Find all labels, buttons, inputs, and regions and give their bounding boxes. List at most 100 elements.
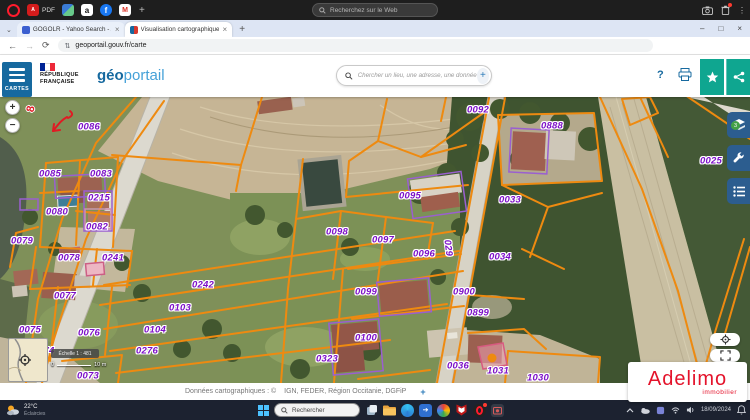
zoom-out-button[interactable]: − — [5, 118, 20, 133]
parcel-label-0215: 0215 — [88, 193, 110, 204]
parcel-label-0083: 0083 — [90, 169, 112, 180]
tab-list-chevron-icon[interactable]: ⌄ — [6, 26, 12, 34]
tab-close-icon[interactable]: × — [115, 25, 120, 34]
topbar-menu-icon[interactable]: ⋮ — [738, 6, 746, 15]
parcel-label-0080: 0080 — [46, 207, 68, 218]
map-search-input[interactable]: Chercher un lieu, une adresse, une donné… — [336, 65, 492, 86]
wrench-icon — [733, 152, 745, 164]
parcel-label-0025: 0025 — [700, 156, 722, 167]
crosshair-icon — [720, 334, 731, 345]
url-text: geoportail.gouv.fr/carte — [75, 42, 146, 49]
watermark-name: Adelimo — [628, 369, 747, 389]
tab-close-icon[interactable]: × — [223, 25, 228, 34]
facebook-icon[interactable]: f — [100, 4, 112, 16]
tab-title: GOGOLR - Yahoo Search - Act — [33, 26, 111, 33]
scale-indicator: Échelle 1 : 481 — [51, 349, 99, 358]
expand-icon — [720, 350, 731, 361]
geoportail-header: CARTES RÉPUBLIQUE FRANÇAISE géoportail C… — [0, 55, 750, 97]
tab-yahoo-search[interactable]: GOGOLR - Yahoo Search - Act × — [17, 22, 125, 37]
french-flag-icon — [40, 63, 55, 71]
star-icon — [706, 71, 719, 84]
snapshot-icon[interactable] — [702, 6, 713, 15]
add-data-button[interactable]: + — [477, 68, 489, 84]
opera-taskbar-icon[interactable] — [473, 404, 486, 417]
reload-icon[interactable]: ⟳ — [42, 40, 50, 51]
tray-chevron-icon[interactable] — [626, 408, 634, 413]
app-colorful-icon[interactable] — [437, 404, 450, 417]
taskbar-search-input[interactable]: Rechercher — [274, 403, 360, 417]
gmail-icon[interactable]: M — [119, 4, 131, 16]
close-button[interactable]: × — [737, 24, 742, 33]
parcel-label-0034: 0034 — [489, 252, 511, 263]
search-icon — [319, 7, 326, 14]
list-icon — [733, 186, 745, 197]
parcel-label-029: 029 — [442, 239, 455, 257]
amazon-icon[interactable]: a — [81, 4, 93, 16]
file-explorer-icon[interactable] — [383, 404, 396, 417]
parcel-label-0086: 0086 — [78, 122, 100, 133]
weather-sun-cloud-icon — [6, 404, 20, 416]
weather-temp: 22°C — [24, 404, 45, 411]
snipping-tool-icon[interactable] — [491, 404, 504, 417]
weather-widget[interactable]: 22°C Éclaircies — [6, 404, 45, 417]
volume-icon[interactable] — [686, 406, 695, 414]
wifi-icon[interactable] — [671, 407, 680, 414]
pdf-icon[interactable]: A — [27, 4, 39, 16]
print-icon[interactable] — [678, 68, 692, 81]
address-bar: ← → ⟳ ⇅ geoportail.gouv.fr/carte ☆ ⋮ — [0, 37, 750, 55]
app-blue-icon[interactable]: ➔ — [419, 404, 432, 417]
back-icon[interactable]: ← — [8, 41, 17, 51]
tools-button[interactable] — [727, 145, 750, 171]
attribution-expand-button[interactable]: + — [420, 387, 425, 397]
forward-icon[interactable]: → — [25, 41, 34, 51]
notification-bell-icon[interactable] — [737, 405, 746, 415]
tab-geoportail-active[interactable]: Visualisation cartographique × — [125, 22, 233, 37]
topbar-add-button[interactable]: + — [139, 5, 145, 16]
opera-icon[interactable] — [7, 4, 20, 17]
overview-minimap[interactable] — [8, 338, 48, 382]
onedrive-cloud-icon[interactable] — [640, 407, 650, 414]
taskbar-center: Rechercher ➔ — [258, 400, 504, 420]
site-info-icon[interactable]: ⇅ — [65, 42, 71, 50]
share-button[interactable] — [726, 59, 750, 95]
tab-strip: ⌄ GOGOLR - Yahoo Search - Act × Visualis… — [0, 20, 750, 37]
url-input[interactable]: ⇅ geoportail.gouv.fr/carte — [58, 39, 653, 52]
parcel-label-0033: 0033 — [499, 195, 521, 206]
zoom-in-button[interactable]: + — [5, 100, 20, 115]
geolocate-button[interactable] — [710, 333, 740, 346]
pdf-label: PDF — [42, 7, 55, 14]
layers-count-badge: 3 — [731, 121, 740, 130]
edge-icon[interactable] — [401, 404, 414, 417]
tray-date[interactable]: 18/09/2024 — [701, 407, 731, 414]
windows-taskbar: 22°C Éclaircies Rechercher ➔ — [0, 400, 750, 420]
tab-title: Visualisation cartographique — [141, 26, 219, 33]
downloads-tray[interactable] — [721, 5, 730, 15]
fullscreen-button[interactable] — [710, 349, 740, 362]
watermark-subtitle: immobilier — [628, 389, 737, 396]
parcel-label-0073: 0073 — [77, 371, 99, 382]
task-view-icon[interactable] — [365, 404, 378, 417]
legend-button[interactable] — [727, 178, 750, 204]
favorites-button[interactable] — [700, 59, 724, 95]
photos-icon[interactable] — [62, 4, 74, 16]
weather-desc: Éclaircies — [24, 411, 45, 417]
parcel-label-0098: 0098 — [326, 227, 348, 238]
maximize-button[interactable]: □ — [718, 24, 723, 33]
teams-icon[interactable] — [656, 406, 665, 415]
parcel-label-0076: 0076 — [78, 328, 100, 339]
windows-start-icon[interactable] — [258, 405, 269, 416]
parcel-label-0099: 0099 — [355, 287, 377, 298]
tab-favicon — [22, 26, 30, 34]
map-viewport[interactable]: 0086008500830215008000820079007802410242… — [0, 97, 750, 383]
web-search-input[interactable]: Recherchez sur le Web — [312, 3, 438, 17]
adelimo-watermark: Adelimo immobilier — [628, 362, 747, 402]
cartes-menu-button[interactable]: CARTES — [2, 62, 32, 97]
minimize-button[interactable]: – — [700, 24, 704, 33]
help-button[interactable]: ? — [657, 69, 664, 81]
parcel-label-0242: 0242 — [192, 280, 214, 291]
taskbar-search-placeholder: Rechercher — [292, 407, 325, 414]
parcel-label-0082: 0082 — [86, 222, 108, 233]
new-tab-button[interactable]: + — [239, 24, 245, 35]
mcafee-shield-icon[interactable] — [455, 404, 468, 417]
parcel-label-0079: 0079 — [11, 236, 33, 247]
